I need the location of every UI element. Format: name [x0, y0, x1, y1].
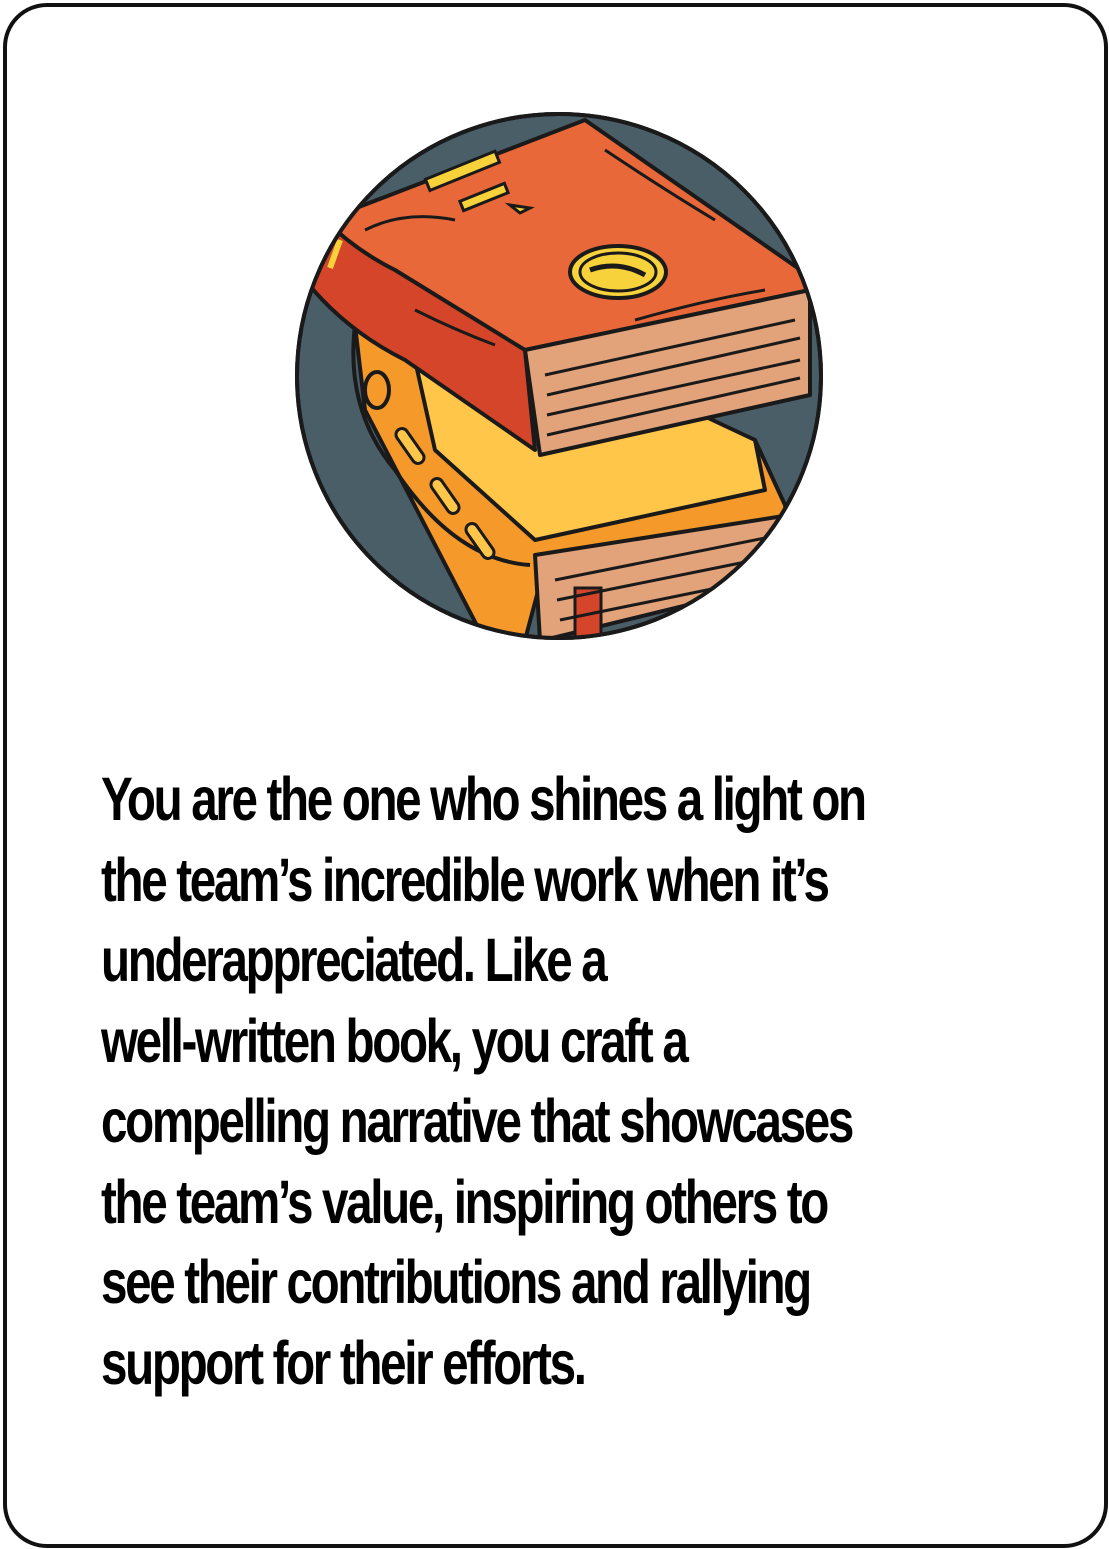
card-text-line: well-written book, you craft a [101, 1006, 689, 1075]
card-description: You are the one who shines a light on th… [101, 759, 1041, 1403]
card-text-line: compelling narrative that showcases [101, 1087, 854, 1155]
card-text-line: the team’s incredible work when it’s [101, 845, 830, 914]
card: You are the one who shines a light on th… [3, 3, 1108, 1548]
card-text-line: underappreciated. Like a [101, 926, 608, 994]
card-text-line: see their contributions and rallying [101, 1248, 812, 1316]
card-text-line: support for their efforts. [101, 1328, 587, 1397]
card-text-line: You are the one who shines a light on [101, 765, 867, 833]
card-text-line: the team’s value, inspiring others to [101, 1167, 829, 1236]
bottom-book-ring [363, 370, 391, 410]
book-stack-icon [285, 110, 833, 641]
